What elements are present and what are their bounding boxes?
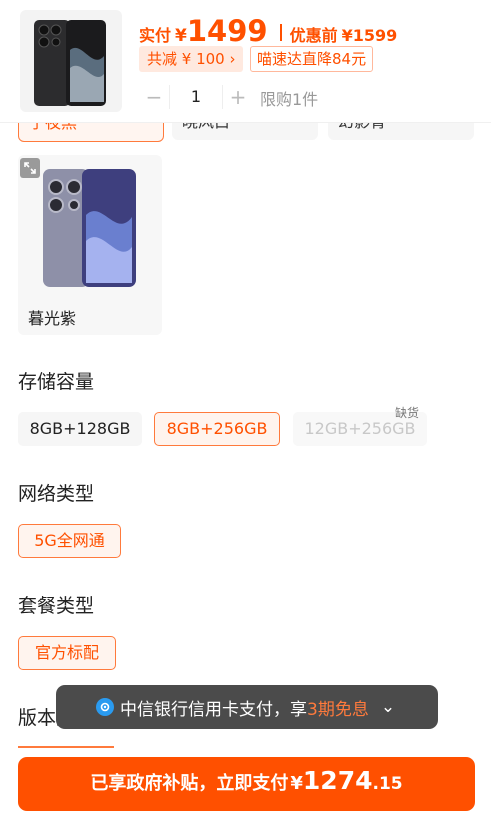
price-label: 实付 (139, 26, 172, 45)
product-thumbnail (20, 10, 122, 112)
storage-option-256[interactable]: 8GB+256GB (154, 412, 280, 446)
decrease-button[interactable]: − (139, 84, 169, 110)
storage-option-128[interactable]: 8GB+128GB (18, 412, 142, 446)
pay-now-button[interactable]: 已享政府补贴，立即支付 ¥ 1274 .15 (18, 757, 475, 811)
currency-symbol: ¥ (175, 26, 187, 46)
purchase-limit: 限购1件 (260, 90, 319, 109)
divider (279, 24, 282, 41)
package-option-standard[interactable]: 官方标配 (18, 636, 116, 670)
storage-section-title: 存储容量 (18, 371, 95, 393)
network-section-title: 网络类型 (18, 483, 95, 505)
promo-highlight: 3期免息 (307, 699, 369, 720)
package-section-title: 套餐类型 (18, 595, 95, 617)
quantity-stepper: − 1 + (139, 84, 253, 110)
chevron-down-icon: ⌄ (380, 697, 396, 717)
version-option-peek[interactable] (18, 746, 114, 748)
payment-promo-toast[interactable]: 中信银行信用卡支付，享 3期免息 ⌄ (56, 685, 438, 729)
color-option-label: 暮光紫 (28, 309, 77, 328)
discount-chip[interactable]: 共减 ¥ 100 › (139, 46, 244, 72)
pay-currency: ¥ (290, 773, 303, 794)
phone-image (34, 20, 106, 106)
product-summary-header: 实付 ¥ 1499 优惠前 ¥1599 共减 ¥ 100 › 喵速达直降84元 … (0, 0, 491, 123)
pay-amount-decimal: .15 (372, 774, 403, 794)
before-price: ¥1599 (341, 26, 398, 45)
expand-icon[interactable] (20, 158, 40, 178)
increase-button[interactable]: + (223, 84, 253, 110)
price-row: 实付 ¥ 1499 优惠前 ¥1599 (139, 14, 397, 48)
out-of-stock-badge: 缺货 (395, 406, 420, 420)
pay-button-label: 已享政府补贴，立即支付 (90, 773, 289, 794)
promo-text: 中信银行信用卡支付，享 (120, 699, 307, 720)
quantity-value[interactable]: 1 (169, 85, 223, 109)
pay-amount-integer: 1274 (302, 766, 373, 795)
final-price: 1499 (186, 14, 268, 48)
bank-icon (96, 698, 114, 716)
network-option-5g[interactable]: 5G全网通 (18, 524, 121, 558)
before-label: 优惠前 (289, 26, 338, 45)
delivery-discount-chip: 喵速达直降84元 (250, 46, 374, 72)
